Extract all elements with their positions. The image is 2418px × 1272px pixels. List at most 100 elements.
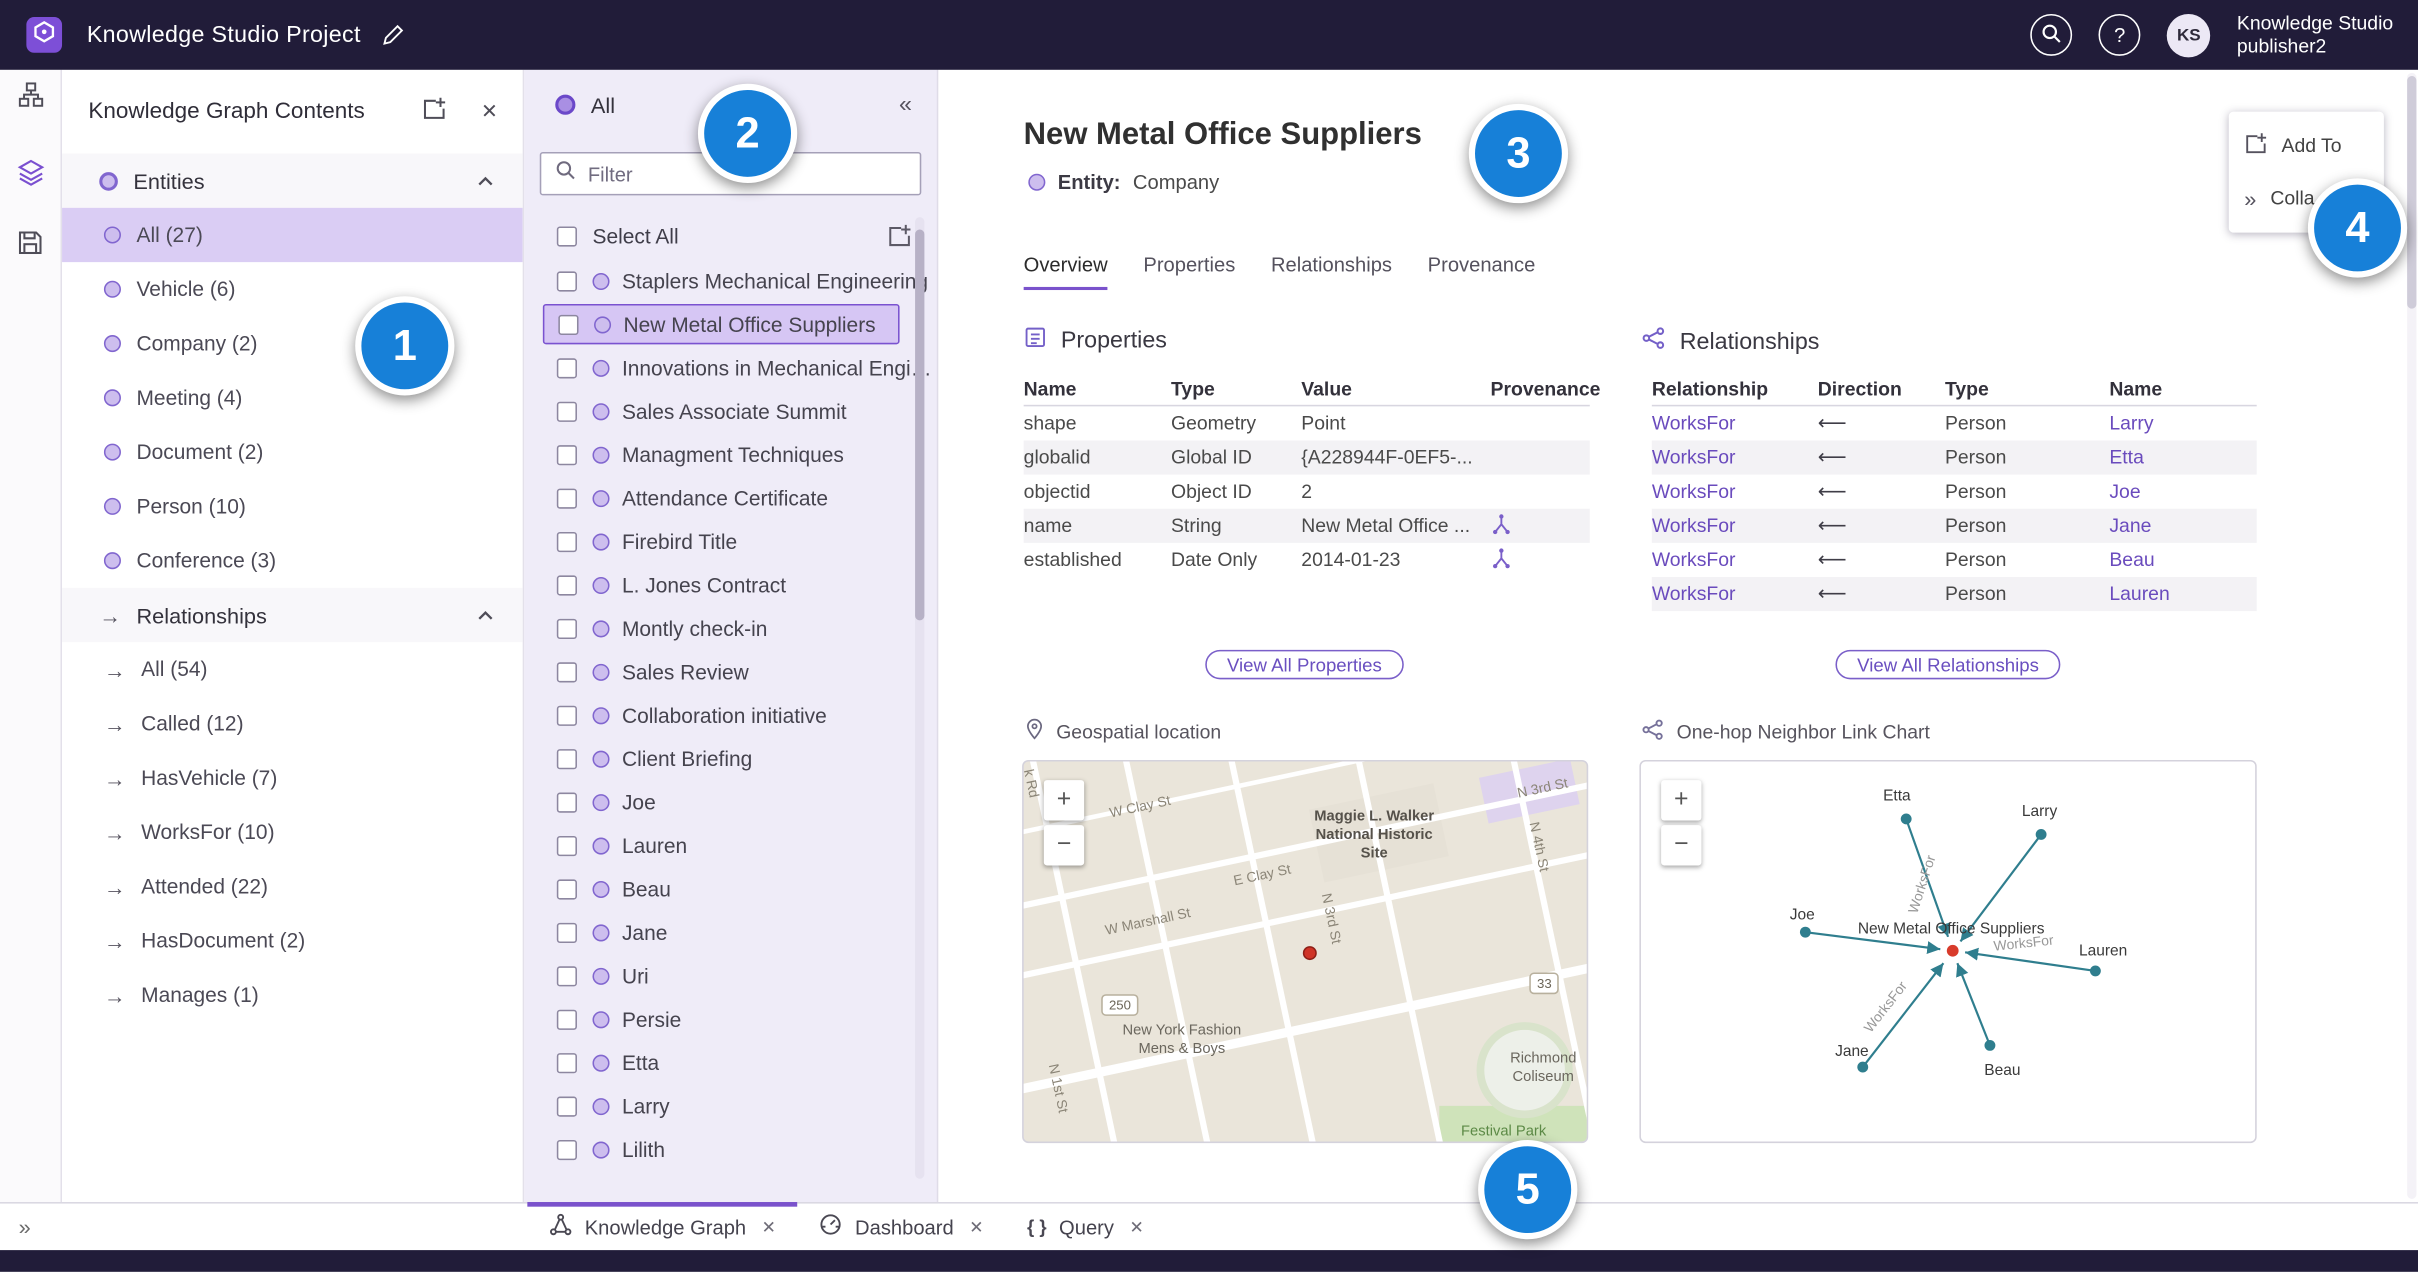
list-item[interactable]: Collaboration initiative [524, 693, 937, 736]
person-link[interactable]: Joe [2109, 481, 2256, 503]
list-item[interactable]: Sales Associate Summit [524, 389, 937, 432]
relationship-filter-item[interactable]: → Called (12) [62, 696, 523, 750]
tab-dashboard[interactable]: Dashboard ✕ [798, 1204, 1006, 1251]
collapse-panel-icon[interactable]: « [899, 92, 912, 118]
entity-filter-item[interactable]: Conference (3) [62, 534, 523, 588]
node-lauren[interactable] [2089, 965, 2101, 977]
view-all-relationships-button[interactable]: View All Relationships [1835, 649, 2061, 680]
relationship-link[interactable]: WorksFor [1652, 481, 1818, 503]
chevron-up-icon[interactable] [476, 171, 495, 190]
node-center[interactable] [1946, 944, 1959, 957]
relationship-link[interactable]: WorksFor [1652, 549, 1818, 571]
relationship-filter-item[interactable]: → HasVehicle (7) [62, 751, 523, 805]
relationship-filter-item[interactable]: → Manages (1) [62, 968, 523, 1022]
tab-knowledge-graph[interactable]: Knowledge Graph ✕ [527, 1202, 799, 1251]
list-scrollbar[interactable] [915, 217, 925, 1179]
close-tab-icon[interactable]: ✕ [762, 1217, 776, 1237]
checkbox[interactable] [556, 400, 577, 422]
list-item[interactable]: New Metal Office Suppliers [542, 303, 900, 345]
checkbox[interactable] [556, 357, 577, 378]
relationship-row[interactable]: WorksFor ⟵ Person Jane [1651, 508, 2257, 543]
scrollbar-thumb[interactable] [2407, 75, 2417, 309]
provenance-icon[interactable] [1491, 547, 1513, 573]
list-item[interactable]: Innovations in Mechanical Engin... [524, 346, 937, 389]
list-item[interactable]: Montly check-in [524, 606, 937, 649]
checkbox[interactable] [556, 618, 577, 639]
zoom-in-button[interactable]: + [1661, 780, 1702, 821]
checkbox[interactable] [556, 487, 577, 508]
detail-tab[interactable]: Properties [1143, 253, 1235, 290]
checkbox[interactable] [556, 704, 577, 726]
geospatial-map[interactable]: k Rd W Clay St E Clay St W Marshall St N… [1022, 759, 1589, 1144]
close-panel-icon[interactable]: ✕ [481, 99, 498, 124]
relationship-row[interactable]: WorksFor ⟵ Person Lauren [1651, 576, 2257, 612]
relationships-section-header[interactable]: → Relationships [62, 587, 523, 643]
list-item[interactable]: Managment Techniques [524, 433, 937, 476]
checkbox[interactable] [556, 574, 577, 595]
entities-section-header[interactable]: Entities [62, 153, 523, 208]
add-to-selection-icon[interactable] [887, 223, 912, 248]
checkbox[interactable] [556, 1095, 577, 1116]
add-item-icon[interactable] [422, 95, 447, 128]
checkbox[interactable] [558, 314, 579, 335]
relationship-filter-item[interactable]: → All (54) [62, 642, 523, 696]
node-jane[interactable] [1857, 1061, 1869, 1073]
one-hop-link-chart[interactable]: Etta Larry Joe Lauren Jane Beau New Meta… [1639, 759, 2257, 1144]
entity-filter-item[interactable]: Person (10) [62, 479, 523, 533]
select-all-checkbox[interactable] [556, 225, 577, 246]
expand-rail-icon[interactable]: » [19, 1204, 31, 1251]
view-all-properties-button[interactable]: View All Properties [1205, 649, 1404, 680]
list-item[interactable]: L. Jones Contract [524, 563, 937, 606]
list-item[interactable]: Lauren [524, 824, 937, 867]
search-button[interactable] [2030, 13, 2073, 56]
relationship-link[interactable]: WorksFor [1652, 413, 1818, 435]
property-row[interactable]: name String New Metal Office ... [1023, 508, 1590, 543]
node-larry[interactable] [2035, 829, 2047, 840]
property-row[interactable]: globalid Global ID {A228944F-0EF5-... [1023, 440, 1590, 475]
main-scrollbar[interactable] [2407, 72, 2417, 1199]
zoom-in-button[interactable]: + [1043, 780, 1085, 821]
checkbox[interactable] [556, 878, 577, 899]
add-to-menu-item[interactable]: Add To [2229, 119, 2384, 172]
scrollbar-thumb[interactable] [915, 229, 925, 621]
property-row[interactable]: shape Geometry Point [1024, 406, 1590, 440]
checkbox[interactable] [556, 922, 577, 943]
list-item[interactable]: Client Briefing [524, 737, 937, 780]
checkbox[interactable] [556, 1008, 577, 1030]
person-link[interactable]: Lauren [2109, 583, 2256, 605]
list-item[interactable]: Sales Review [524, 650, 937, 693]
list-item[interactable]: Lilith [524, 1128, 937, 1171]
list-item[interactable]: Firebird Title [524, 520, 937, 563]
layers-icon[interactable] [16, 158, 44, 194]
entity-filter-item[interactable]: Meeting (4) [62, 371, 523, 425]
entity-filter-item[interactable]: Vehicle (6) [62, 262, 523, 316]
checkbox[interactable] [556, 791, 577, 812]
list-item[interactable]: Staplers Mechanical Engineering [524, 259, 937, 302]
person-link[interactable]: Jane [2109, 515, 2256, 537]
node-beau[interactable] [1984, 1039, 1996, 1051]
checkbox[interactable] [556, 965, 577, 986]
list-item[interactable]: Joe [524, 780, 937, 823]
person-link[interactable]: Etta [2109, 447, 2256, 469]
tab-query[interactable]: { } Query ✕ [1005, 1204, 1165, 1251]
person-link[interactable]: Larry [2109, 413, 2256, 435]
person-link[interactable]: Beau [2109, 549, 2256, 571]
zoom-out-button[interactable]: − [1661, 825, 1702, 866]
account-info[interactable]: Knowledge Studio publisher2 [2237, 12, 2393, 58]
list-item[interactable]: Uri [524, 954, 937, 997]
relationship-row[interactable]: WorksFor ⟵ Person Beau [1652, 543, 2257, 577]
checkbox[interactable] [556, 444, 577, 465]
checkbox[interactable] [556, 1052, 577, 1073]
hierarchy-icon[interactable] [16, 81, 44, 117]
property-row[interactable]: objectid Object ID 2 [1024, 475, 1590, 509]
relationship-filter-item[interactable]: → Attended (22) [62, 859, 523, 913]
close-tab-icon[interactable]: ✕ [969, 1217, 983, 1237]
list-item[interactable]: Persie [524, 997, 937, 1040]
checkbox[interactable] [556, 835, 577, 856]
checkbox[interactable] [556, 1139, 577, 1160]
relationship-link[interactable]: WorksFor [1652, 447, 1818, 469]
relationship-row[interactable]: WorksFor ⟵ Person Joe [1652, 475, 2257, 509]
list-item[interactable]: Attendance Certificate [524, 476, 937, 519]
detail-tab[interactable]: Overview [1023, 253, 1108, 291]
relationship-link[interactable]: WorksFor [1652, 515, 1818, 537]
